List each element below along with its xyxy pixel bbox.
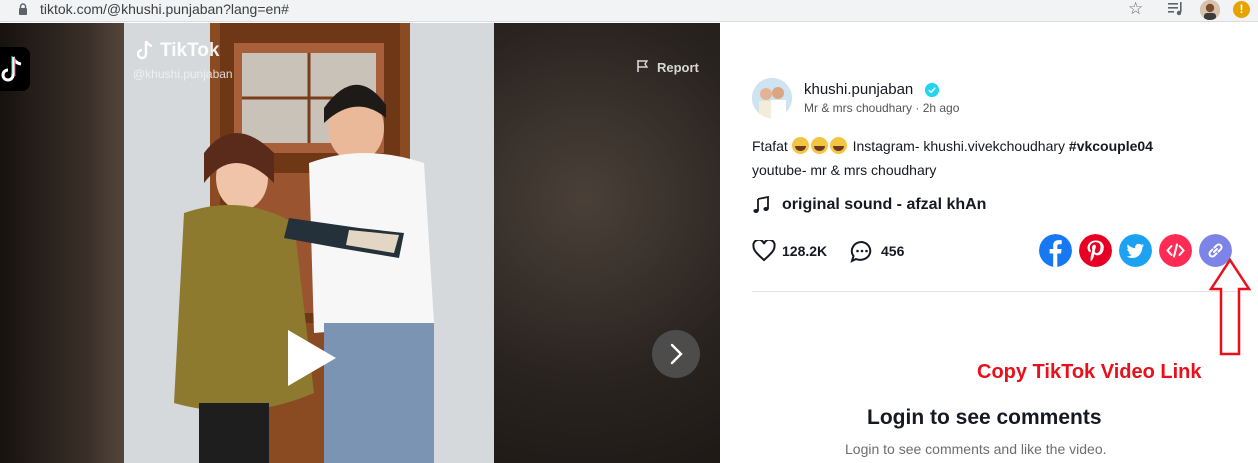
- divider: [752, 291, 1238, 292]
- report-flag-icon[interactable]: [636, 59, 650, 73]
- browser-toolbar: tiktok.com/@khushi.punjaban?lang=en# ☆ !: [0, 0, 1258, 22]
- laughing-emoji-icon: [829, 137, 847, 154]
- facebook-icon[interactable]: [1039, 234, 1072, 267]
- caption-line-2: youtube- mr & mrs choudhary: [752, 162, 937, 178]
- sound-link[interactable]: original sound - afzal khAn: [782, 196, 986, 214]
- lock-icon[interactable]: [18, 3, 28, 15]
- next-video-button[interactable]: [652, 330, 700, 378]
- comments-login-subtitle: Login to see comments and like the video…: [845, 441, 1107, 457]
- report-button[interactable]: Report: [657, 60, 699, 75]
- bookmark-star-icon[interactable]: ☆: [1128, 0, 1143, 19]
- annotation-arrow-icon: [1208, 257, 1252, 356]
- caption-start: Ftafat: [752, 138, 788, 154]
- comment-icon[interactable]: [850, 240, 874, 263]
- laughing-emoji-icon: [791, 137, 809, 154]
- hashtag-link[interactable]: #vkcouple04: [1069, 138, 1153, 154]
- comments-login-title: Login to see comments: [867, 406, 1102, 429]
- annotation-label: Copy TikTok Video Link: [977, 361, 1202, 383]
- tiktok-watermark-icon: [137, 40, 153, 60]
- caption-instagram: Instagram- khushi.vivekchoudhary: [852, 138, 1066, 154]
- update-alert-icon[interactable]: !: [1233, 1, 1250, 18]
- media-playlist-icon[interactable]: [1168, 2, 1184, 16]
- music-note-icon: [753, 196, 769, 213]
- watermark-username: @khushi.punjaban: [133, 67, 233, 81]
- author-username[interactable]: khushi.punjaban: [804, 81, 913, 98]
- verified-badge-icon: [925, 83, 939, 97]
- video-player[interactable]: TikTok @khushi.punjaban Report: [0, 23, 720, 463]
- video-frame: [124, 23, 494, 463]
- like-count: 128.2K: [782, 243, 828, 259]
- pinterest-icon[interactable]: [1079, 234, 1112, 267]
- chevron-right-icon: [670, 343, 683, 365]
- heart-icon[interactable]: [752, 240, 776, 262]
- video-caption: Ftafat Instagram- khushi.vivekchoudhary …: [752, 137, 1153, 154]
- laughing-emoji-icon: [810, 137, 828, 154]
- tiktok-logo-icon[interactable]: [0, 47, 30, 91]
- author-meta: Mr & mrs choudhary · 2h ago: [804, 101, 960, 115]
- profile-avatar-icon[interactable]: [1200, 0, 1220, 20]
- watermark-brand: TikTok: [160, 40, 220, 61]
- play-icon[interactable]: [280, 328, 340, 388]
- address-bar[interactable]: tiktok.com/@khushi.punjaban?lang=en#: [40, 1, 289, 17]
- twitter-icon[interactable]: [1119, 234, 1152, 267]
- embed-code-icon[interactable]: [1159, 234, 1192, 267]
- author-avatar[interactable]: [752, 78, 792, 118]
- comment-count: 456: [881, 243, 905, 259]
- video-blur-right: [494, 23, 720, 463]
